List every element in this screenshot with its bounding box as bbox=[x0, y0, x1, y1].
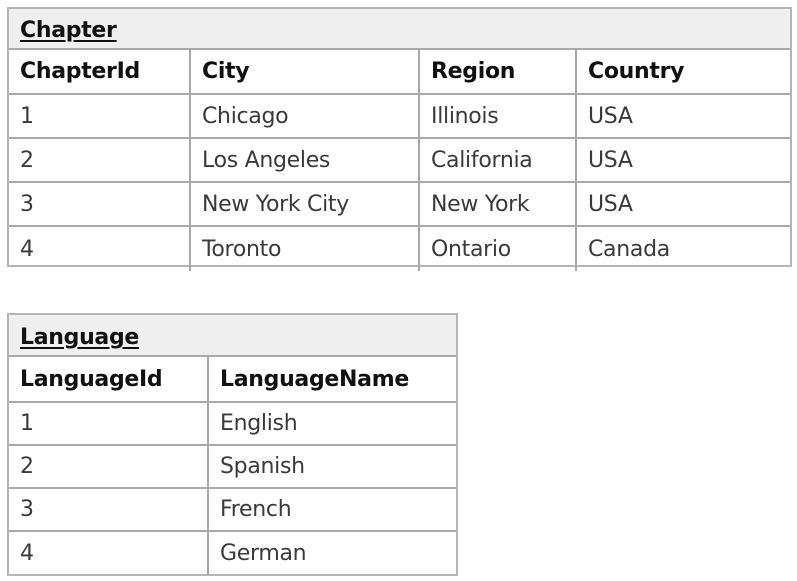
table-header-row: ChapterId City Region Country bbox=[9, 50, 790, 95]
table-cell: New York bbox=[420, 183, 577, 225]
table-row: 1 Chicago Illinois USA bbox=[9, 95, 790, 139]
table-cell: 4 bbox=[9, 532, 209, 575]
column-header-languagename: LanguageName bbox=[220, 366, 409, 392]
column-header-country: Country bbox=[588, 59, 685, 84]
table-cell: Chicago bbox=[191, 95, 420, 137]
table-cell: 1 bbox=[9, 95, 191, 137]
table-cell: Ontario bbox=[420, 227, 577, 271]
table-cell: English bbox=[220, 411, 298, 436]
column-header-languageid: LanguageId bbox=[9, 357, 209, 401]
table-row: 2 Spanish bbox=[9, 446, 456, 489]
table-cell: 4 bbox=[9, 227, 191, 271]
table-cell: USA bbox=[588, 147, 633, 173]
table-cell: 3 bbox=[9, 489, 209, 530]
table-cell: Illinois bbox=[420, 95, 577, 137]
column-header-region: Region bbox=[420, 50, 577, 93]
table-cell: California bbox=[420, 139, 577, 181]
chapter-table: Chapter ChapterId City Region Country 1 … bbox=[7, 7, 792, 271]
table-cell: Los Angeles bbox=[191, 139, 420, 181]
table-cell: USA bbox=[588, 191, 633, 217]
language-table: Language LanguageId LanguageName 1 Engli… bbox=[7, 313, 458, 576]
table-header-row: LanguageId LanguageName bbox=[9, 357, 456, 403]
table-title: Language bbox=[20, 325, 140, 350]
table-row: 3 New York City New York USA bbox=[9, 183, 790, 227]
table-row: 2 Los Angeles California USA bbox=[9, 139, 790, 183]
table-cell: New York City bbox=[191, 183, 420, 225]
table-cell: 1 bbox=[9, 403, 209, 444]
table-cell: German bbox=[220, 541, 307, 566]
column-header-chapterid: ChapterId bbox=[9, 50, 191, 93]
table-cell: USA bbox=[588, 103, 633, 129]
table-cell: Spanish bbox=[220, 454, 305, 479]
table-row: 4 German bbox=[9, 532, 456, 575]
table-cell: 2 bbox=[9, 446, 209, 487]
table-cell: 3 bbox=[9, 183, 191, 225]
table-title-bar: Chapter bbox=[9, 9, 790, 50]
table-row: 1 English bbox=[9, 403, 456, 446]
column-header-city: City bbox=[191, 50, 420, 93]
table-title-bar: Language bbox=[9, 315, 456, 357]
table-title: Chapter bbox=[20, 18, 117, 43]
table-row: 3 French bbox=[9, 489, 456, 532]
table-cell: 2 bbox=[9, 139, 191, 181]
table-row: 4 Toronto Ontario Canada bbox=[9, 227, 790, 271]
table-cell: French bbox=[220, 497, 292, 522]
table-cell: Toronto bbox=[191, 227, 420, 271]
table-cell: Canada bbox=[588, 236, 670, 262]
